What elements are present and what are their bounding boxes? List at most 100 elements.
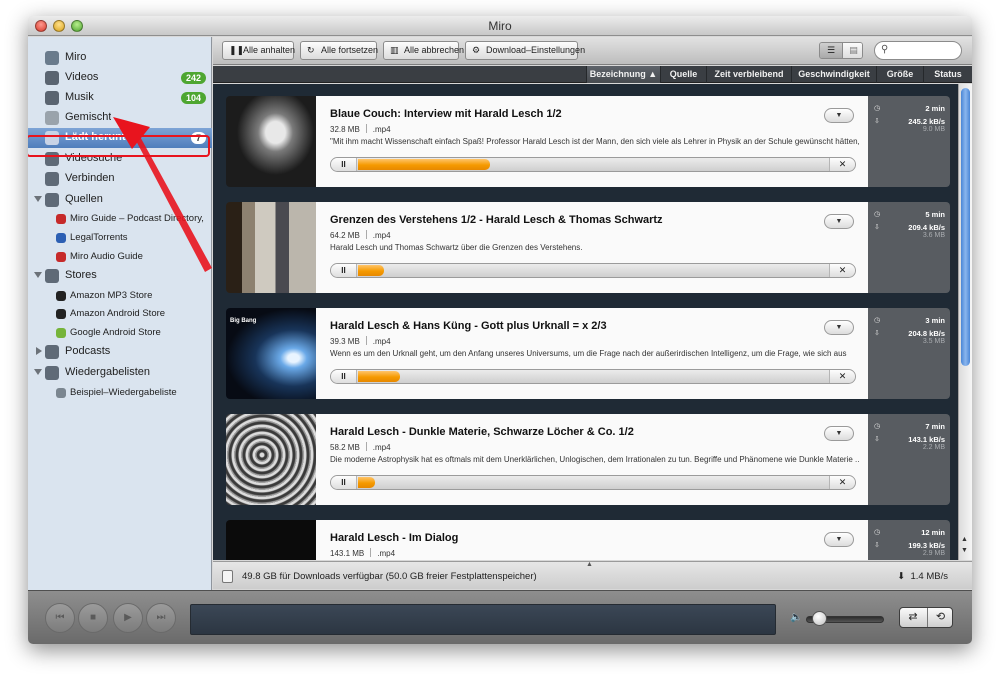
disclosure-open-icon[interactable] [34,196,42,202]
sidebar-item-miro[interactable]: Miro [28,48,212,68]
column-source[interactable]: Quelle [660,66,706,83]
scroll-up-icon[interactable]: ▲ [961,536,968,543]
sidebar-item-amazon[interactable]: Amazon Android Store [28,304,212,324]
stop-button[interactable]: ■ [78,603,108,633]
sidebar-item-label: Miro Audio Guide [70,251,143,262]
pause-icon: II [341,478,346,487]
download-arrow-icon: ⇩ [874,436,880,443]
sidebar-item-miro-audio[interactable]: Miro Audio Guide [28,247,212,267]
download-item[interactable]: Big Bang Harald Lesch & Hans Küng - Gott … [226,308,950,399]
file-size: 39.3 MB [330,337,360,346]
cancel-download-button[interactable]: ✕ [829,264,855,277]
sidebar-item-miro-guide[interactable]: Miro Guide – Podcast Directory, V... [28,209,212,229]
item-menu-button[interactable]: ▼ [824,214,854,229]
download-item[interactable]: Blaue Couch: Interview mit Harald Lesch … [226,96,950,187]
meta-separator [365,442,367,451]
sidebar-item-playlist-item[interactable]: Beispiel–Wiedergabeliste [28,383,212,403]
download-settings-button[interactable]: ⚙ Download–Einstellungen [465,41,585,60]
video-thumbnail[interactable] [226,520,316,560]
download-card: Harald Lesch - Dunkle Materie, Schwarze … [316,414,868,505]
sidebar-item-cart[interactable]: Stores [28,266,212,286]
sidebar-item-playlist[interactable]: Wiedergabelisten [28,363,212,383]
time-left: 5 min [925,210,945,219]
sidebar-item-amazon[interactable]: Amazon MP3 Store [28,286,212,306]
amazon-icon [56,309,66,319]
item-menu-button[interactable]: ▼ [824,532,854,547]
video-thumbnail[interactable] [226,96,316,187]
disclosure-closed-icon[interactable] [36,347,42,355]
sidebar-item-globe[interactable]: Quellen [28,190,212,210]
sidebar-item-share[interactable]: Verbinden [28,169,212,189]
download-title: Grenzen des Verstehens 1/2 - Harald Lesc… [330,214,663,226]
item-menu-button[interactable]: ▼ [824,426,854,441]
search-input[interactable] [893,44,957,57]
video-thumbnail[interactable] [226,414,316,505]
download-item[interactable]: Grenzen des Verstehens 1/2 - Harald Lesc… [226,202,950,293]
column-speed[interactable]: Geschwindigkeit [791,66,876,83]
download-item[interactable]: Harald Lesch - Im Dialog143.1 MB.mp4▼II✕… [226,520,950,560]
pause-icon: ❚❚ [229,45,245,55]
sidebar-item-film[interactable]: Videos 242 [28,68,212,88]
scrollbar[interactable]: ▲ ▼ [958,84,972,560]
pause-download-button[interactable]: II [331,476,357,489]
item-menu-button[interactable]: ▼ [824,320,854,335]
cancel-all-button[interactable]: ▥ Alle abbrechen [383,41,464,60]
scrollbar-thumb[interactable] [961,88,970,366]
download-card: Harald Lesch & Hans Küng - Gott plus Urk… [316,308,868,399]
sidebar-item-label: LegalTorrents [70,232,128,243]
download-speed: 143.1 kB/s [908,435,945,444]
sidebar-item-podcast[interactable]: Podcasts [28,342,212,362]
music-icon [45,91,59,105]
file-size: 64.2 MB [330,231,360,240]
repeat-icon[interactable]: ⟲ [927,608,952,627]
video-thumbnail[interactable] [226,202,316,293]
grid-view-icon[interactable]: ▤ [842,43,862,58]
resize-grip-icon[interactable]: ▲ [586,561,593,568]
column-time-left[interactable]: Zeit verbleibend [706,66,791,83]
scroll-down-icon[interactable]: ▼ [961,547,968,554]
cancel-download-button[interactable]: ✕ [829,158,855,171]
download-item[interactable]: Harald Lesch - Dunkle Materie, Schwarze … [226,414,950,505]
sidebar-item-label: Beispiel–Wiedergabeliste [70,387,177,398]
sidebar-item-music[interactable]: Musik 104 [28,88,212,108]
pause-download-button[interactable]: II [331,158,357,171]
download-progress: II ✕ [330,369,856,384]
sidebar-item-android[interactable]: Google Android Store [28,323,212,343]
download-progress: II ✕ [330,263,856,278]
column-status[interactable]: Status [923,66,972,83]
download-title: Blaue Couch: Interview mit Harald Lesch … [330,108,562,120]
download-stats: ◷ 5 min ⇩ 209.4 kB/s 3.6 MB [868,202,950,293]
shuffle-icon[interactable]: ⇄ [900,608,926,627]
downloaded-size: 2.9 MB [922,550,945,557]
column-title[interactable]: Bezeichnung ▲ [586,66,660,83]
disclosure-open-icon[interactable] [34,272,42,278]
pause-download-button[interactable]: II [331,370,357,383]
download-card: Grenzen des Verstehens 1/2 - Harald Lesc… [316,202,868,293]
disclosure-open-icon[interactable] [34,369,42,375]
pause-download-button[interactable]: II [331,264,357,277]
download-rate-value: 1.4 MB/s [910,571,949,582]
chevron-down-icon: ▼ [835,218,843,225]
playlist-item-icon [56,388,66,398]
play-button[interactable]: ▶ [113,603,143,633]
search-box[interactable]: ⚲ [874,41,962,60]
list-view-icon[interactable]: ☰ [820,43,842,58]
previous-button[interactable]: ⏮ [45,603,75,633]
downloaded-size: 3.6 MB [922,232,945,239]
cancel-download-button[interactable]: ✕ [829,370,855,383]
item-menu-button[interactable]: ▼ [824,108,854,123]
download-description: Wenn es um den Urknall geht, um den Anfa… [330,349,847,358]
share-icon [45,172,59,186]
resume-all-button[interactable]: ↻ Alle fortsetzen [300,41,378,60]
column-size[interactable]: Größe [876,66,923,83]
next-button[interactable]: ⏭ [146,603,176,633]
volume-knob[interactable] [812,611,828,626]
playlist-icon [45,366,59,380]
progress-fill [358,159,491,170]
cancel-download-button[interactable]: ✕ [829,476,855,489]
sidebar-item-document[interactable]: Gemischt [28,108,212,128]
pause-all-button[interactable]: ❚❚ Alle anhalten [222,41,295,60]
volume-icon: 🔈 [790,612,803,623]
video-thumbnail[interactable]: Big Bang [226,308,316,399]
sidebar-item-legaltorrents[interactable]: LegalTorrents [28,228,212,248]
